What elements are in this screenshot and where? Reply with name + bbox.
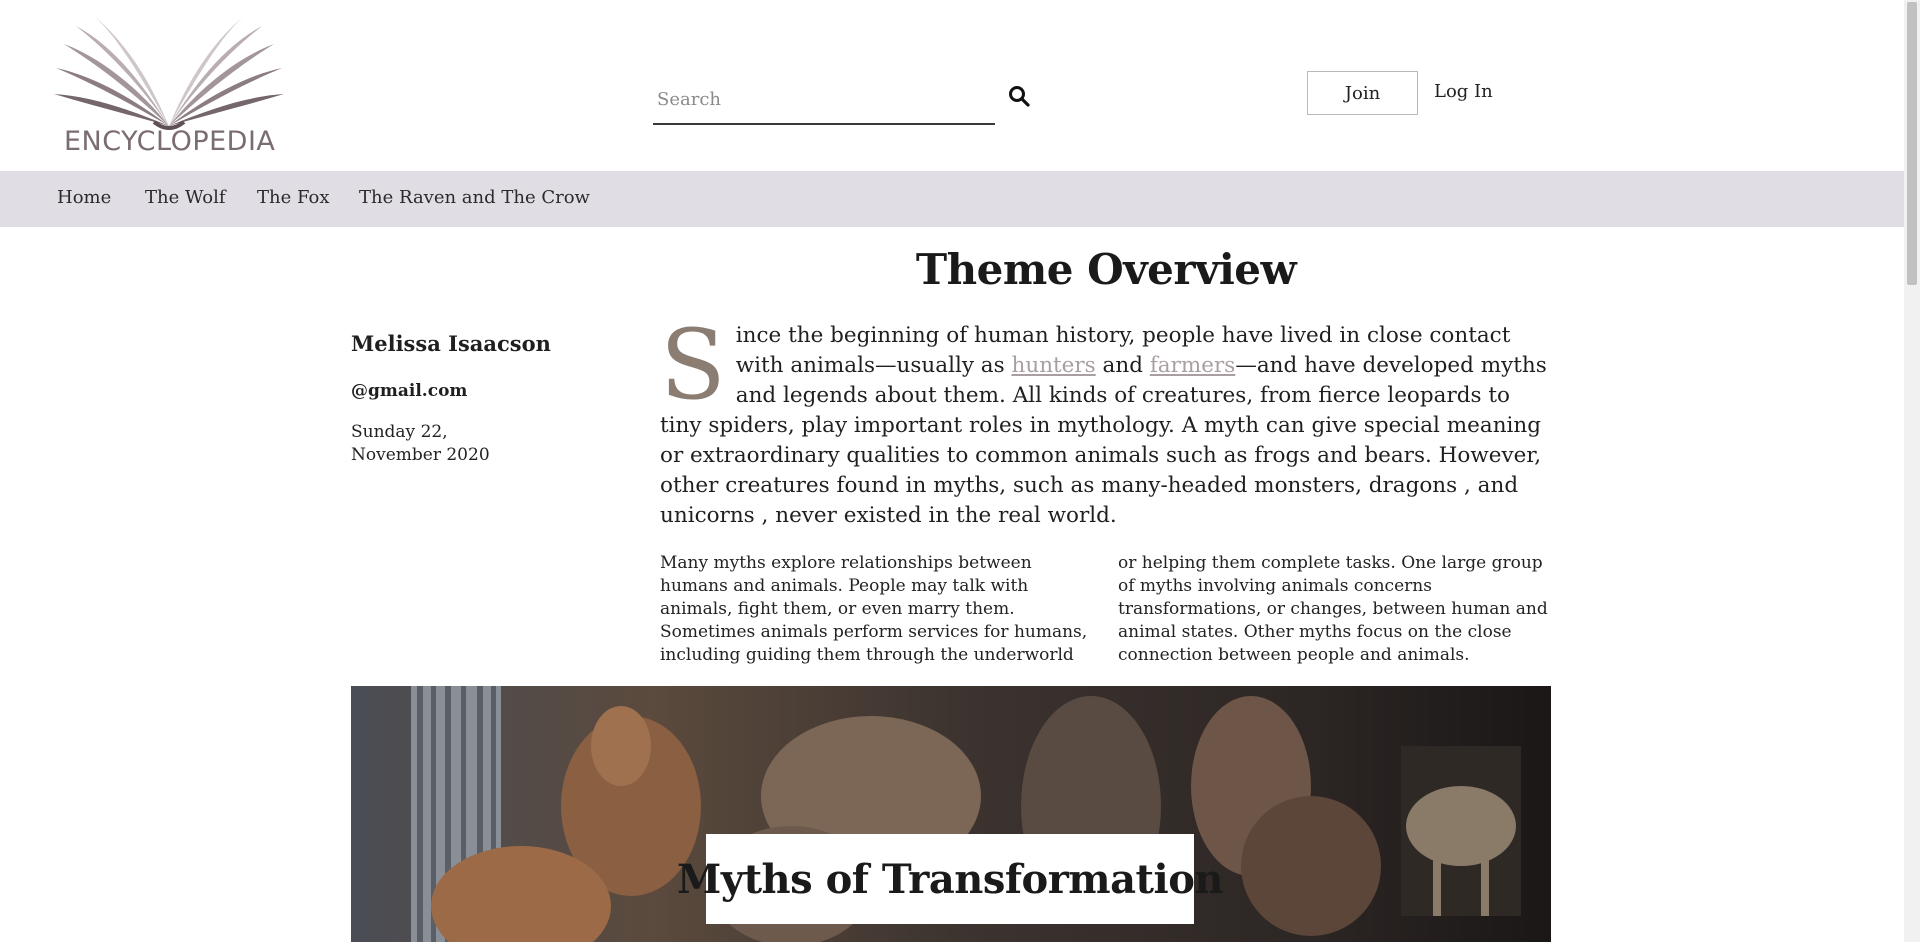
- search-icon[interactable]: [1007, 84, 1031, 108]
- intro-text-part2: and: [1095, 353, 1150, 378]
- author-email: @gmail.com: [351, 381, 468, 401]
- login-link[interactable]: Log In: [1434, 81, 1493, 102]
- search-field: [653, 78, 995, 125]
- nav-item-home[interactable]: Home: [57, 187, 111, 208]
- publish-date: Sunday 22, November 2020: [351, 422, 490, 465]
- nav-item-the-raven-and-the-crow[interactable]: The Raven and The Crow: [359, 187, 590, 208]
- search-input[interactable]: [655, 82, 979, 116]
- link-hunters[interactable]: hunters: [1012, 353, 1096, 378]
- hero-title-card: Myths of Transformation: [677, 834, 1223, 924]
- open-book-icon: [54, 16, 284, 130]
- nav-item-the-fox[interactable]: The Fox: [257, 187, 329, 208]
- intro-text-part3: —and have developed myths and legends ab…: [660, 353, 1547, 528]
- drop-cap: S: [660, 309, 726, 421]
- join-button[interactable]: Join: [1307, 71, 1418, 115]
- page-scrollbar[interactable]: [1904, 0, 1920, 942]
- nav-item-the-wolf[interactable]: The Wolf: [145, 187, 226, 208]
- logo-text: ENCYCLOPEDIA: [64, 126, 276, 157]
- link-farmers[interactable]: farmers: [1150, 353, 1235, 378]
- main-nav: Home The Wolf The Fox The Raven and The …: [0, 171, 1904, 227]
- site-logo[interactable]: ENCYCLOPEDIA: [54, 14, 284, 162]
- body-columns: Many myths explore relationships between…: [660, 553, 1548, 665]
- author-name: Melissa Isaacson: [351, 331, 551, 356]
- site-header: ENCYCLOPEDIA Join Log In: [0, 0, 1904, 171]
- page-title: Theme Overview: [915, 245, 1297, 294]
- intro-paragraph: Since the beginning of human history, pe…: [660, 309, 1552, 531]
- scrollbar-thumb[interactable]: [1907, 2, 1917, 285]
- hero-title: Myths of Transformation: [677, 855, 1223, 903]
